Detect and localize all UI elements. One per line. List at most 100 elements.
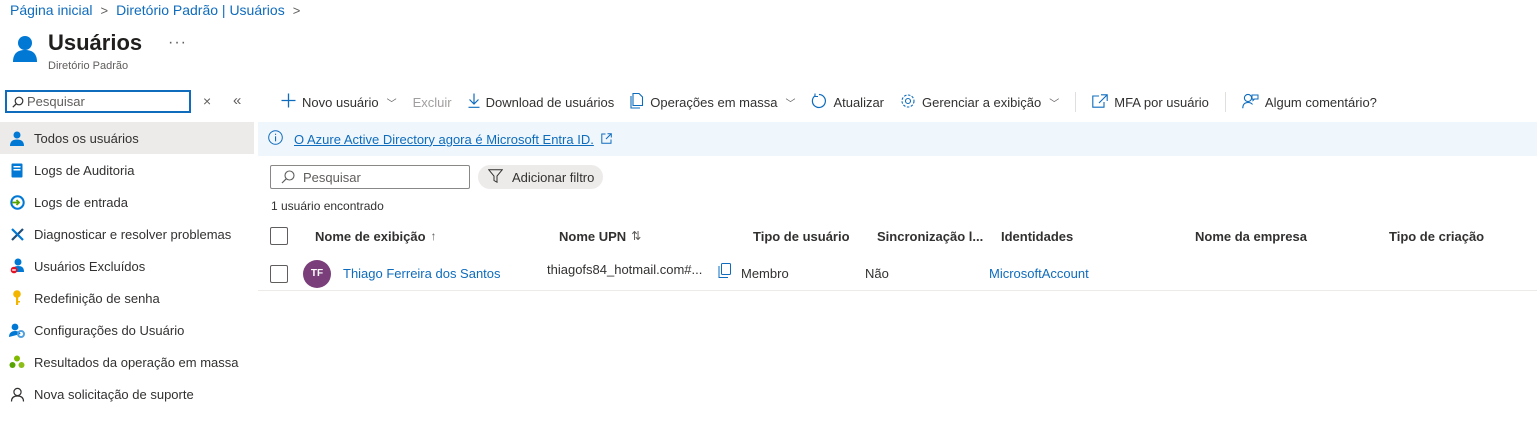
sidebar-item-label: Nova solicitação de suporte [34, 386, 194, 402]
download-users-button[interactable]: Download de usuários [468, 93, 615, 111]
column-label: Tipo de criação [1389, 228, 1485, 244]
search-icon [281, 170, 295, 184]
bulk-operations-button[interactable]: Operações em massa ﹀ [630, 92, 796, 112]
table-row[interactable]: TF Thiago Ferreira dos Santos thiagofs84… [258, 257, 1537, 291]
collapse-sidebar-button[interactable]: « [233, 92, 241, 109]
sync-value: Não [865, 266, 889, 281]
avatar-initials: TF [303, 259, 331, 288]
deleted-user-icon [9, 258, 25, 274]
sort-ascending-icon: ↑ [430, 229, 437, 243]
sidebar-item-bulk-results[interactable]: Resultados da operação em massa [0, 346, 254, 378]
sign-in-log-icon [9, 194, 25, 210]
sidebar-item-label: Todos os usuários [34, 130, 139, 146]
add-filter-label: Adicionar filtro [512, 169, 595, 185]
refresh-label: Atualizar [833, 94, 885, 110]
plus-icon [281, 93, 296, 111]
entra-id-link[interactable]: O Azure Active Directory agora é Microso… [294, 132, 594, 147]
support-icon [9, 386, 25, 402]
manage-view-label: Gerenciar a exibição [922, 94, 1042, 110]
new-user-label: Novo usuário [302, 94, 379, 110]
sidebar-item-user-settings[interactable]: Configurações do Usuário [0, 314, 254, 346]
sort-icon: ⇅ [631, 229, 642, 243]
refresh-icon [811, 93, 827, 112]
external-link-icon [601, 132, 612, 147]
refresh-button[interactable]: Atualizar [811, 93, 884, 112]
sidebar-item-sign-in-logs[interactable]: Logs de entrada [0, 186, 254, 218]
users-search-input[interactable] [303, 169, 453, 185]
users-search[interactable] [270, 165, 470, 189]
download-label: Download de usuários [485, 94, 615, 110]
clear-search-button[interactable]: × [203, 93, 211, 109]
user-settings-icon [9, 322, 25, 338]
toolbar-divider [1224, 92, 1226, 112]
select-all-checkbox[interactable] [270, 222, 288, 250]
more-options-button[interactable]: ··· [168, 34, 187, 52]
mfa-per-user-button[interactable]: MFA por usuário [1092, 93, 1209, 111]
copy-icon[interactable] [718, 254, 731, 287]
bulk-operations-label: Operações em massa [650, 94, 778, 110]
filter-icon [487, 168, 504, 186]
result-count: 1 usuário encontrado [271, 199, 384, 213]
column-label: Nome da empresa [1195, 228, 1307, 244]
sidebar-item-deleted-users[interactable]: Usuários Excluídos [0, 250, 254, 282]
user-type-value: Membro [741, 266, 789, 281]
command-bar: Novo usuário ﹀ Excluir Download de usuár… [281, 88, 1393, 116]
mfa-label: MFA por usuário [1114, 94, 1209, 110]
row-checkbox-cell[interactable] [270, 257, 288, 290]
checkbox[interactable] [270, 264, 288, 283]
sidebar: Todos os usuários Logs de Auditoria Logs… [0, 122, 254, 410]
sidebar-item-audit-logs[interactable]: Logs de Auditoria [0, 154, 254, 186]
wrench-icon [9, 226, 25, 242]
column-creation-type[interactable]: Tipo de criação [1389, 222, 1484, 250]
column-display-name[interactable]: Nome de exibição ↑ [315, 222, 437, 250]
sidebar-item-diagnose[interactable]: Diagnosticar e resolver problemas [0, 218, 254, 250]
users-icon [12, 35, 38, 68]
bulk-results-icon [9, 354, 25, 370]
sidebar-item-label: Logs de Auditoria [34, 162, 135, 178]
key-icon [9, 290, 25, 306]
sidebar-item-label: Diagnosticar e resolver problemas [34, 226, 232, 242]
breadcrumb-directory[interactable]: Diretório Padrão | Usuários [116, 2, 285, 18]
checkbox[interactable] [270, 227, 288, 245]
delete-button[interactable]: Excluir [413, 95, 452, 110]
sidebar-item-label: Configurações do Usuário [34, 322, 185, 338]
feedback-button[interactable]: Algum comentário? [1242, 93, 1377, 112]
column-company[interactable]: Nome da empresa [1195, 222, 1307, 250]
column-label: Tipo de usuário [753, 228, 850, 244]
download-icon [468, 93, 480, 111]
manage-view-button[interactable]: Gerenciar a exibição ﹀ [900, 93, 1059, 112]
search-icon [12, 96, 24, 108]
audit-log-icon [9, 162, 25, 178]
feedback-label: Algum comentário? [1264, 94, 1377, 110]
identities-value: MicrosoftAccount [989, 266, 1089, 281]
bulk-operations-icon [630, 92, 644, 112]
page-title: Usuários [48, 30, 143, 55]
info-icon [268, 130, 283, 148]
chevron-down-icon: ﹀ [785, 98, 796, 110]
chevron-down-icon: ﹀ [386, 98, 397, 110]
avatar: TF [303, 257, 331, 290]
page-subtitle: Diretório Padrão [48, 60, 129, 72]
sidebar-item-label: Logs de entrada [34, 194, 128, 210]
column-upn[interactable]: Nome UPN ⇅ [559, 222, 641, 250]
sidebar-item-password-reset[interactable]: Redefinição de senha [0, 282, 254, 314]
add-filter-button[interactable]: Adicionar filtro [478, 165, 604, 189]
breadcrumb-home[interactable]: Página inicial [10, 2, 93, 18]
column-identities[interactable]: Identidades [1001, 222, 1073, 250]
sidebar-search[interactable] [5, 90, 191, 113]
chevron-down-icon: ﹀ [1049, 98, 1060, 110]
user-display-name-link[interactable]: Thiago Ferreira dos Santos [343, 257, 501, 290]
column-label: Nome de exibição [315, 228, 426, 244]
column-user-type[interactable]: Tipo de usuário [753, 222, 850, 250]
sidebar-item-all-users[interactable]: Todos os usuários [0, 122, 254, 154]
breadcrumb: Página inicial > Diretório Padrão | Usuá… [10, 2, 300, 18]
feedback-icon [1242, 93, 1259, 112]
gear-icon [900, 93, 916, 112]
sidebar-item-label: Redefinição de senha [34, 290, 160, 306]
new-user-button[interactable]: Novo usuário ﹀ [281, 93, 397, 111]
sidebar-search-input[interactable] [27, 94, 177, 109]
sidebar-item-new-support-request[interactable]: Nova solicitação de suporte [0, 378, 254, 410]
breadcrumb-separator: > [292, 2, 301, 18]
column-sync[interactable]: Sincronização l... [877, 222, 983, 250]
breadcrumb-separator: > [100, 2, 109, 18]
